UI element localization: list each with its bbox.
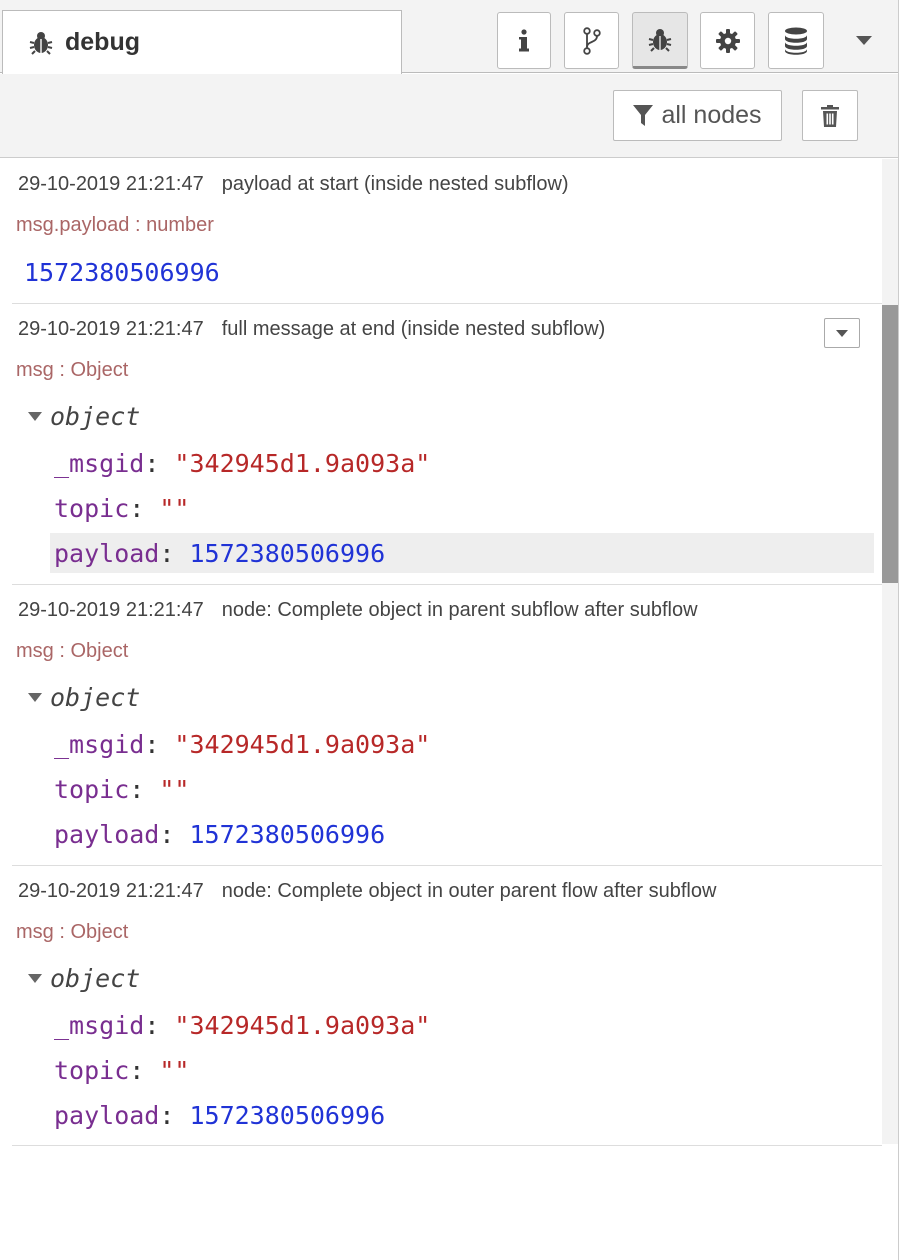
property-value: "" — [159, 774, 190, 804]
property-key: payload — [54, 1100, 160, 1130]
property-key: _msgid — [54, 1010, 145, 1040]
property-key: topic — [54, 774, 130, 804]
property-key: payload — [54, 819, 160, 849]
trash-icon — [821, 104, 839, 127]
debug-message-list: 29-10-2019 21:21:47 payload at start (ins… — [0, 159, 904, 1260]
object-label: object — [50, 402, 141, 431]
sidebar-tab-bar: debug — [0, 0, 904, 74]
tab-button-debug[interactable] — [632, 12, 688, 69]
tab-button-changes[interactable] — [564, 12, 619, 69]
expand-caret-icon — [28, 693, 42, 702]
debug-message[interactable]: 29-10-2019 21:21:47 node: Complete object… — [12, 585, 882, 866]
property-value: "342945d1.9a093a" — [174, 1010, 431, 1040]
property-value: "" — [159, 493, 190, 523]
message-meta: 29-10-2019 21:21:47 node: Complete object… — [18, 599, 698, 622]
message-meta: 29-10-2019 21:21:47 full message at end (… — [18, 318, 605, 341]
branch-icon — [582, 26, 601, 55]
object-property[interactable]: _msgid: "342945d1.9a093a" — [50, 724, 430, 764]
tab-menu-button[interactable] — [842, 26, 886, 56]
database-icon — [785, 27, 807, 55]
object-toggle[interactable]: object — [28, 402, 140, 431]
message-timestamp: 29-10-2019 21:21:47 — [18, 599, 204, 621]
object-property[interactable]: payload: 1572380506996 — [50, 1095, 385, 1135]
message-meta: 29-10-2019 21:21:47 payload at start (ins… — [18, 173, 569, 196]
message-node-name: node: Complete object in parent subflow … — [221, 599, 698, 621]
object-toggle[interactable]: object — [28, 964, 140, 993]
message-value[interactable]: 1572380506996 — [24, 258, 220, 287]
property-value: "342945d1.9a093a" — [174, 448, 431, 478]
object-property[interactable]: payload: 1572380506996 — [50, 533, 874, 573]
message-meta: 29-10-2019 21:21:47 node: Complete object… — [18, 880, 716, 903]
message-type: msg : Object — [16, 921, 129, 943]
property-value: 1572380506996 — [189, 819, 386, 849]
property-key: topic — [54, 493, 130, 523]
property-value: "342945d1.9a093a" — [174, 729, 431, 759]
object-property[interactable]: topic: "" — [50, 769, 189, 809]
object-property[interactable]: _msgid: "342945d1.9a093a" — [50, 1005, 430, 1045]
property-value: "" — [159, 1055, 190, 1085]
property-value: 1572380506996 — [189, 1100, 386, 1130]
panel-edge — [898, 0, 904, 1260]
message-timestamp: 29-10-2019 21:21:47 — [18, 173, 204, 195]
message-timestamp: 29-10-2019 21:21:47 — [18, 880, 204, 902]
debug-message[interactable]: 29-10-2019 21:21:47 payload at start (ins… — [12, 159, 882, 304]
tab-button-info[interactable] — [497, 12, 551, 69]
message-type: msg : Object — [16, 640, 129, 662]
debug-message[interactable]: 29-10-2019 21:21:47 node: Complete object… — [12, 866, 882, 1146]
message-node-name: payload at start (inside nested subflow) — [221, 173, 569, 195]
caret-down-icon — [836, 329, 848, 337]
message-node-name: node: Complete object in outer parent fl… — [221, 880, 717, 902]
property-key: payload — [54, 538, 160, 568]
info-icon — [519, 28, 529, 51]
bug-icon — [29, 31, 53, 55]
message-type: msg.payload : number — [16, 214, 214, 236]
scrollbar-thumb[interactable] — [882, 305, 898, 583]
expand-caret-icon — [28, 412, 42, 421]
object-property[interactable]: topic: "" — [50, 488, 189, 528]
filter-icon — [633, 104, 654, 126]
object-label: object — [50, 964, 141, 993]
debug-toolbar: all nodes — [0, 74, 904, 158]
property-value: 1572380506996 — [189, 538, 386, 568]
bug-icon — [648, 28, 672, 52]
tab-label: debug — [65, 28, 140, 56]
message-timestamp: 29-10-2019 21:21:47 — [18, 318, 204, 340]
filter-nodes-button[interactable]: all nodes — [613, 90, 782, 141]
object-property[interactable]: topic: "" — [50, 1050, 189, 1090]
filter-label: all nodes — [661, 101, 762, 129]
tab-button-config[interactable] — [700, 12, 755, 69]
property-key: topic — [54, 1055, 130, 1085]
property-key: _msgid — [54, 448, 145, 478]
message-node-name: full message at end (inside nested subfl… — [221, 318, 606, 340]
gear-icon — [715, 28, 740, 53]
tab-debug[interactable]: debug — [2, 10, 402, 74]
object-label: object — [50, 683, 141, 712]
message-menu-button[interactable] — [824, 318, 860, 348]
message-type: msg : Object — [16, 359, 129, 381]
object-property[interactable]: _msgid: "342945d1.9a093a" — [50, 443, 430, 483]
debug-message[interactable]: 29-10-2019 21:21:47 full message at end (… — [12, 304, 882, 585]
tab-button-context[interactable] — [768, 12, 824, 69]
object-toggle[interactable]: object — [28, 683, 140, 712]
expand-caret-icon — [28, 974, 42, 983]
clear-messages-button[interactable] — [802, 90, 858, 141]
property-key: _msgid — [54, 729, 145, 759]
object-property[interactable]: payload: 1572380506996 — [50, 814, 385, 854]
caret-down-icon — [856, 36, 872, 45]
